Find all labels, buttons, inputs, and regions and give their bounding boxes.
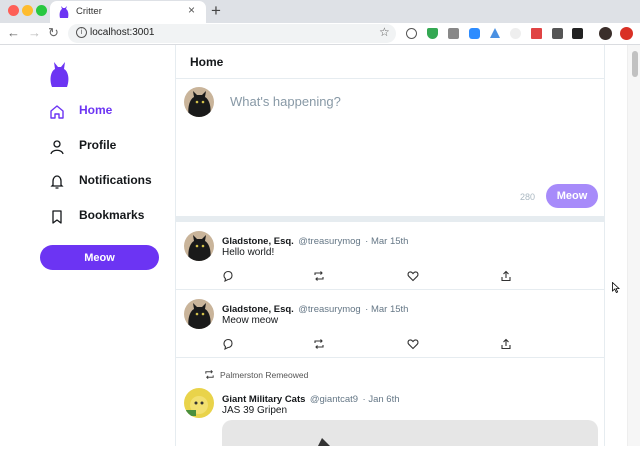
home-icon <box>50 105 64 119</box>
tweet-handle[interactable]: @treasurymog <box>298 304 360 315</box>
forward-arrow-icon[interactable]: → <box>28 25 41 40</box>
bell-icon <box>50 175 64 189</box>
page-title: Home <box>190 55 224 69</box>
tweet-author-name[interactable]: Gladstone, Esq. <box>222 304 294 315</box>
profile-icon <box>50 140 64 155</box>
sidebar-item-label: Bookmarks <box>79 208 145 222</box>
profile-avatar-icon[interactable] <box>599 27 612 40</box>
tweet-text: Meow meow <box>222 315 279 326</box>
tweet-item[interactable]: Palmerston Remeowed Giant Military Cats … <box>176 358 605 446</box>
sidebar-item-profile[interactable]: Profile <box>49 136 116 158</box>
avatar[interactable] <box>184 388 214 418</box>
like-heart-icon[interactable] <box>407 270 419 282</box>
minimize-window-button[interactable] <box>22 5 33 16</box>
extension-camera-icon[interactable] <box>448 28 459 39</box>
reply-icon[interactable] <box>222 338 234 350</box>
site-info-icon[interactable]: i <box>76 27 87 38</box>
close-window-button[interactable] <box>8 5 19 16</box>
zoom-window-button[interactable] <box>36 5 47 16</box>
compose-avatar <box>184 87 214 117</box>
character-count: 280 <box>520 192 536 202</box>
tab-title: Critter <box>76 6 102 17</box>
extension-triangle-icon[interactable] <box>490 28 500 38</box>
address-bar[interactable]: i localhost:3001 ☆ <box>68 24 396 43</box>
sidebar-item-label: Notifications <box>79 173 152 187</box>
tweet-media-image[interactable] <box>222 420 598 446</box>
sidebar-item-bookmarks[interactable]: Bookmarks <box>49 206 144 228</box>
bookmark-star-icon[interactable]: ☆ <box>379 25 390 39</box>
sidebar-item-label: Home <box>79 103 113 117</box>
retweet-indicator-icon <box>205 370 214 379</box>
tweet-author-name[interactable]: Giant Military Cats <box>222 394 305 405</box>
sidebar-item-home[interactable]: Home <box>49 101 112 123</box>
cat-favicon-icon <box>59 6 69 18</box>
extension-dark-icon[interactable] <box>572 28 583 39</box>
avatar[interactable] <box>184 299 214 329</box>
mouse-cursor-icon <box>612 282 620 293</box>
extension-info-icon[interactable] <box>406 28 417 39</box>
tweet-text: JAS 39 Gripen <box>222 405 288 416</box>
retweeted-by-note[interactable]: Palmerston Remeowed <box>220 370 308 380</box>
scrollbar-thumb[interactable] <box>632 51 638 77</box>
tweet-date: · Mar 15th <box>365 304 409 315</box>
tweet-text: Hello world! <box>222 247 275 258</box>
browser-toolbar: ← → ↻ i localhost:3001 ☆ <box>0 23 640 45</box>
tweet-date: · Jan 6th <box>362 394 400 405</box>
extension-box-icon[interactable] <box>552 28 563 39</box>
compose-meow-button[interactable]: Meow <box>546 184 598 208</box>
like-heart-icon[interactable] <box>407 338 419 350</box>
tab-close-button[interactable]: × <box>188 3 195 17</box>
browser-tab-strip: Critter × + <box>0 0 640 23</box>
sidebar-meow-button[interactable]: Meow <box>40 245 159 270</box>
back-arrow-icon[interactable]: ← <box>7 25 20 40</box>
url-text[interactable]: localhost:3001 <box>90 27 155 38</box>
sidebar-item-label: Profile <box>79 138 117 152</box>
avatar[interactable] <box>184 231 214 261</box>
critter-cat-logo-icon[interactable] <box>48 61 70 87</box>
tweet-handle[interactable]: @giantcat9 <box>310 394 358 405</box>
tweet-item[interactable]: Gladstone, Esq. @treasurymog · Mar 15th … <box>176 222 605 290</box>
sidebar-item-notifications[interactable]: Notifications <box>49 171 152 193</box>
reply-icon[interactable] <box>222 270 234 282</box>
extension-zoom-icon[interactable] <box>469 28 480 39</box>
compose-input[interactable]: What's happening? <box>230 94 341 109</box>
feed-header: Home <box>176 45 605 79</box>
new-tab-button[interactable]: + <box>211 1 221 21</box>
tweet-date: · Mar 15th <box>365 236 409 247</box>
reload-icon[interactable]: ↻ <box>48 25 59 41</box>
browser-tab[interactable]: Critter × <box>50 1 206 23</box>
share-icon[interactable] <box>500 270 512 282</box>
extension-bag-icon[interactable] <box>510 28 521 39</box>
page-scrollbar[interactable] <box>627 45 640 446</box>
home-feed: Home What's happening? 280 Meow Gladston… <box>175 45 605 446</box>
retweet-icon[interactable] <box>313 270 325 282</box>
extension-red-icon[interactable] <box>620 27 633 40</box>
tweet-item[interactable]: Gladstone, Esq. @treasurymog · Mar 15th … <box>176 290 605 358</box>
extension-shield-icon[interactable] <box>427 28 438 39</box>
tweet-handle[interactable]: @treasurymog <box>298 236 360 247</box>
retweet-icon[interactable] <box>313 338 325 350</box>
share-icon[interactable] <box>500 338 512 350</box>
extension-megaphone-icon[interactable] <box>531 28 542 39</box>
tweet-author-name[interactable]: Gladstone, Esq. <box>222 236 294 247</box>
bookmark-icon <box>52 210 62 224</box>
